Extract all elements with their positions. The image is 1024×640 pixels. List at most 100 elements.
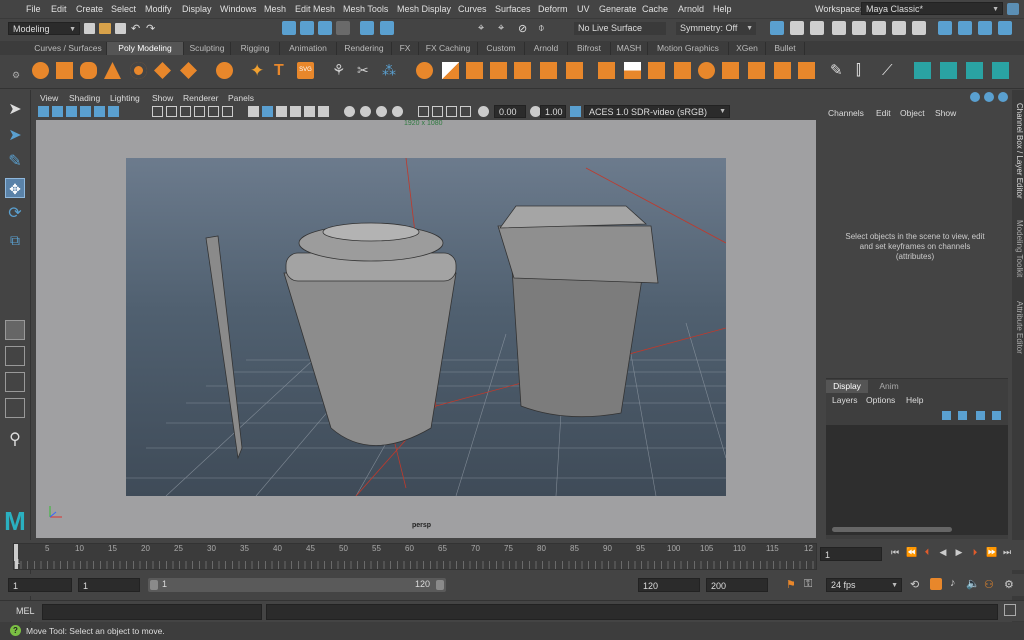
pause-render-icon[interactable] xyxy=(912,21,926,35)
playback-end-field[interactable]: 120 xyxy=(638,578,700,592)
grid-icon[interactable] xyxy=(152,106,163,117)
circularize-icon[interactable] xyxy=(698,62,715,79)
menu-edit[interactable]: Edit xyxy=(51,4,67,14)
menu-help[interactable]: Help xyxy=(713,4,732,14)
select-by-object-icon[interactable] xyxy=(300,21,314,35)
menu-mesh-display[interactable]: Mesh Display xyxy=(397,4,451,14)
channel-box-icon[interactable] xyxy=(998,21,1012,35)
menu-deform[interactable]: Deform xyxy=(538,4,568,14)
persp-outliner-layout-icon[interactable] xyxy=(5,372,25,392)
menu-arnold[interactable]: Arnold xyxy=(678,4,704,14)
sculpt-icon[interactable]: ✎ xyxy=(830,62,847,79)
channel-show-menu[interactable]: Show xyxy=(935,108,956,118)
viewport-menu-lighting[interactable]: Lighting xyxy=(110,93,140,103)
shelf-tab-rendering[interactable]: Rendering xyxy=(337,42,392,55)
new-scene-icon[interactable] xyxy=(84,23,95,34)
booleans-icon[interactable] xyxy=(442,62,459,79)
pick-mask-icon[interactable] xyxy=(336,21,350,35)
menu-edit-mesh[interactable]: Edit Mesh xyxy=(295,4,335,14)
extrude-icon[interactable] xyxy=(490,62,507,79)
svg-icon[interactable]: SVG xyxy=(297,62,314,79)
sound-icon[interactable]: 🔈 xyxy=(966,577,980,590)
open-scene-icon[interactable] xyxy=(99,23,111,34)
menu-modify[interactable]: Modify xyxy=(145,4,172,14)
loop-icon[interactable]: ⟲ xyxy=(910,578,919,591)
save-scene-icon[interactable] xyxy=(115,23,126,34)
viewport-menu-panels[interactable]: Panels xyxy=(228,93,254,103)
range-start-handle[interactable] xyxy=(150,580,158,590)
shelf-tab-animation[interactable]: Animation xyxy=(280,42,337,55)
step-forward-frame-icon[interactable]: ⏵ xyxy=(970,547,980,557)
menu-curves[interactable]: Curves xyxy=(458,4,487,14)
wireframe-on-shaded-icon[interactable] xyxy=(276,106,287,117)
snap-point-icon[interactable]: ⌖ xyxy=(478,22,484,35)
tab-modeling-toolkit[interactable]: Modeling Toolkit xyxy=(1012,214,1024,284)
play-render-icon[interactable] xyxy=(892,21,906,35)
poly-sphere-icon[interactable] xyxy=(32,62,49,79)
delete-edge-icon[interactable] xyxy=(798,62,815,79)
viewport-menu-show[interactable]: Show xyxy=(152,93,173,103)
tool-settings-icon[interactable] xyxy=(978,21,992,35)
range-slider[interactable]: 1 120 xyxy=(148,578,446,592)
paint-select-tool-icon[interactable]: ✎ xyxy=(5,152,25,172)
select-camera-icon[interactable] xyxy=(38,106,49,117)
single-perspective-layout-icon[interactable] xyxy=(5,320,25,340)
layer-tab-display[interactable]: Display xyxy=(826,380,868,393)
rotate-tool-icon[interactable]: ⟳ xyxy=(5,204,25,224)
bridge-icon[interactable] xyxy=(514,62,531,79)
shelf-tab-xgen[interactable]: XGen xyxy=(729,42,766,55)
platonic-solid-icon[interactable] xyxy=(216,62,233,79)
pencil-model[interactable] xyxy=(205,235,243,460)
new-layer-selected-icon[interactable] xyxy=(992,411,1001,420)
tab-attribute-editor[interactable]: Attribute Editor xyxy=(1012,294,1024,360)
attribute-icon[interactable] xyxy=(984,92,994,102)
layers-menu[interactable]: Layers xyxy=(832,395,858,405)
playback-start-field[interactable]: 1 xyxy=(78,578,140,592)
multi-cut-icon[interactable] xyxy=(598,62,615,79)
step-forward-key-icon[interactable]: ⏩ xyxy=(986,547,997,557)
move-layer-up-icon[interactable] xyxy=(942,411,951,420)
attribute-editor-icon[interactable] xyxy=(958,21,972,35)
lasso-tool-icon[interactable]: ➤ xyxy=(5,126,25,146)
four-view-layout-icon[interactable] xyxy=(5,346,25,366)
menu-select[interactable]: Select xyxy=(111,4,136,14)
arnold-render-icon[interactable] xyxy=(872,21,886,35)
layer-help-menu[interactable]: Help xyxy=(906,395,923,405)
exposure-field[interactable]: 0.00 xyxy=(494,105,526,118)
mirror-icon[interactable] xyxy=(416,62,433,79)
reduce-icon[interactable] xyxy=(466,62,483,79)
hypershade-icon[interactable] xyxy=(852,21,866,35)
motion-blur-icon[interactable] xyxy=(360,106,371,117)
isolate-select-icon[interactable] xyxy=(418,106,429,117)
menu-surfaces[interactable]: Surfaces xyxy=(495,4,531,14)
play-forwards-icon[interactable]: ▶ xyxy=(954,547,964,557)
cylindrical-map-icon[interactable] xyxy=(940,62,957,79)
fill-hole-icon[interactable] xyxy=(566,62,583,79)
ipr-render-icon[interactable] xyxy=(810,21,824,35)
layer-list[interactable] xyxy=(826,425,1008,535)
grease-pencil-icon[interactable] xyxy=(108,106,119,117)
menu-windows[interactable]: Windows xyxy=(220,4,257,14)
layer-scrollbar[interactable] xyxy=(832,527,952,532)
preferences-icon[interactable]: ⚙ xyxy=(1004,578,1014,591)
separate-icon[interactable]: ✂ xyxy=(357,62,374,79)
xray-joints-icon[interactable] xyxy=(446,106,457,117)
step-back-frame-icon[interactable]: ⏴ xyxy=(922,547,932,557)
view-transform-icon[interactable] xyxy=(570,106,581,117)
shelf-tab-bifrost[interactable]: Bifrost xyxy=(568,42,611,55)
color-space-dropdown[interactable]: ACES 1.0 SDR-video (sRGB) ▼ xyxy=(584,105,730,118)
wireframe-icon[interactable] xyxy=(248,106,259,117)
modeling-toolkit-icon[interactable] xyxy=(938,21,952,35)
modeling-icon[interactable] xyxy=(998,92,1008,102)
scale-tool-icon[interactable]: ⧉ xyxy=(5,230,25,250)
shelf-tab-bullet[interactable]: Bullet xyxy=(766,42,805,55)
menu-file[interactable]: File xyxy=(26,4,41,14)
bookmarks-icon[interactable] xyxy=(66,106,77,117)
menu-mesh-tools[interactable]: Mesh Tools xyxy=(343,4,388,14)
scene-start-field[interactable]: 1 xyxy=(8,578,72,592)
depth-of-field-icon[interactable] xyxy=(392,106,403,117)
shelf-tab-mash[interactable]: MASH xyxy=(611,42,648,55)
slide-icon[interactable]: ⫿ xyxy=(856,62,873,79)
character-set-icon[interactable]: ⚇ xyxy=(984,578,994,591)
go-to-start-icon[interactable]: ⏮ xyxy=(890,547,900,557)
